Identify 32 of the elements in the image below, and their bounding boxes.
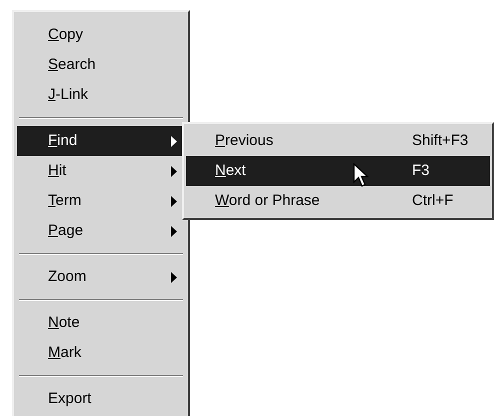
menu-item-label: Next (215, 160, 246, 181)
menu-item-label: Mark (48, 342, 82, 363)
shortcut-label: Ctrl+F (412, 190, 454, 211)
mouse-pointer-icon (353, 163, 369, 189)
menu-item-label: Find (48, 130, 78, 151)
menu-item-label: Export (48, 388, 92, 409)
menu-item-label: Previous (215, 130, 274, 151)
menu-item-label: Zoom (48, 266, 86, 287)
menu-item[interactable]: J-Link (17, 80, 185, 110)
menu-item[interactable]: Term (17, 186, 185, 216)
menu-item-label: Note (48, 312, 80, 333)
menu-item[interactable]: Page (17, 216, 185, 246)
menu-item-label: J-Link (48, 84, 88, 105)
menu-item[interactable]: Find (17, 126, 185, 156)
menu-item-label: Page (48, 220, 84, 241)
menu-item[interactable]: Note (17, 308, 185, 338)
menu-item[interactable]: Next F3 (186, 156, 490, 186)
menu-item[interactable]: Previous Shift+F3 (186, 126, 490, 156)
menu-item-label: Search (48, 54, 96, 75)
menu-item[interactable]: Export (17, 384, 185, 414)
menu-item-label: Copy (48, 24, 84, 45)
shortcut-label: Shift+F3 (412, 130, 468, 151)
menu-item[interactable]: Copy (17, 20, 185, 50)
menu-item[interactable]: Hit (17, 156, 185, 186)
menu-item-label: Word or Phrase (215, 190, 320, 211)
shortcut-label: F3 (412, 160, 430, 181)
menu-item[interactable]: Mark (17, 338, 185, 368)
menu-item[interactable]: Search (17, 50, 185, 80)
menu-item-label: Term (48, 190, 82, 211)
menu-item[interactable]: Zoom (17, 262, 185, 292)
menu-item[interactable]: Word or Phrase Ctrl+F (186, 186, 490, 216)
menu-item-label: Hit (48, 160, 66, 181)
